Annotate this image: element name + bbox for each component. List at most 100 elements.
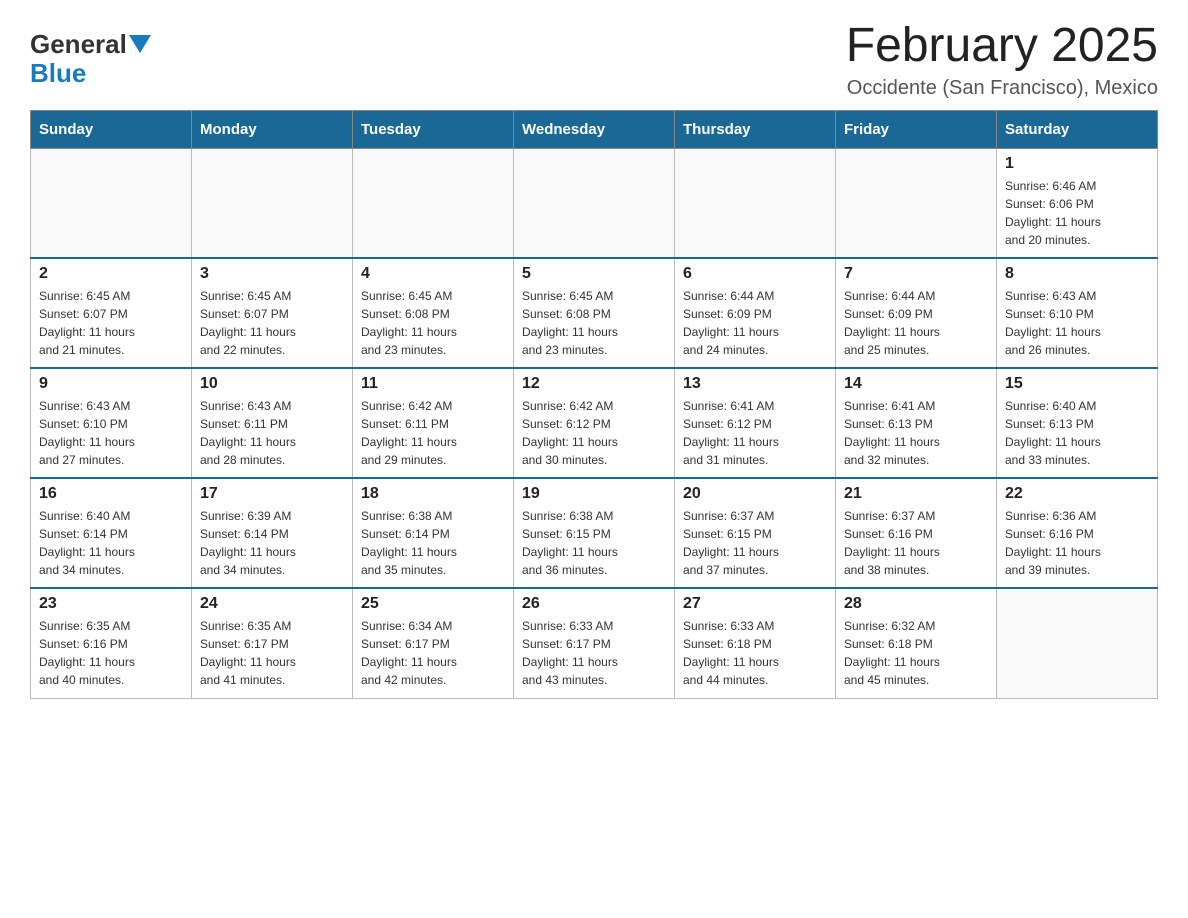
calendar-header-thursday: Thursday	[675, 110, 836, 148]
calendar-day-cell: 28 Sunrise: 6:32 AMSunset: 6:18 PMDayligh…	[836, 588, 997, 698]
day-number: 24	[200, 595, 344, 613]
calendar-header-wednesday: Wednesday	[514, 110, 675, 148]
calendar-day-cell: 15 Sunrise: 6:40 AMSunset: 6:13 PMDayligh…	[997, 368, 1158, 478]
calendar-header-row: SundayMondayTuesdayWednesdayThursdayFrid…	[31, 110, 1158, 148]
day-info: Sunrise: 6:34 AMSunset: 6:17 PMDaylight:…	[361, 617, 505, 689]
calendar-week-row: 23 Sunrise: 6:35 AMSunset: 6:16 PMDayligh…	[31, 588, 1158, 698]
day-info: Sunrise: 6:44 AMSunset: 6:09 PMDaylight:…	[683, 287, 827, 359]
day-number: 21	[844, 485, 988, 503]
day-info: Sunrise: 6:32 AMSunset: 6:18 PMDaylight:…	[844, 617, 988, 689]
day-info: Sunrise: 6:44 AMSunset: 6:09 PMDaylight:…	[844, 287, 988, 359]
day-number: 17	[200, 485, 344, 503]
calendar-header-tuesday: Tuesday	[353, 110, 514, 148]
day-info: Sunrise: 6:43 AMSunset: 6:10 PMDaylight:…	[1005, 287, 1149, 359]
calendar-day-cell: 6Sunrise: 6:44 AMSunset: 6:09 PMDaylight…	[675, 258, 836, 368]
day-number: 8	[1005, 265, 1149, 283]
day-info: Sunrise: 6:38 AMSunset: 6:15 PMDaylight:…	[522, 507, 666, 579]
month-title: February 2025	[846, 20, 1158, 73]
calendar-day-cell: 22 Sunrise: 6:36 AMSunset: 6:16 PMDayligh…	[997, 478, 1158, 588]
calendar-day-cell	[514, 148, 675, 258]
day-info: Sunrise: 6:38 AMSunset: 6:14 PMDaylight:…	[361, 507, 505, 579]
day-info: Sunrise: 6:37 AMSunset: 6:16 PMDaylight:…	[844, 507, 988, 579]
day-info: Sunrise: 6:33 AMSunset: 6:17 PMDaylight:…	[522, 617, 666, 689]
day-number: 14	[844, 375, 988, 393]
page-header: General Blue February 2025 Occidente (Sa…	[30, 20, 1158, 100]
calendar-day-cell: 3 Sunrise: 6:45 AMSunset: 6:07 PMDaylight…	[192, 258, 353, 368]
calendar-header-friday: Friday	[836, 110, 997, 148]
day-number: 16	[39, 485, 183, 503]
calendar-day-cell: 17 Sunrise: 6:39 AMSunset: 6:14 PMDayligh…	[192, 478, 353, 588]
calendar-day-cell: 11 Sunrise: 6:42 AMSunset: 6:11 PMDayligh…	[353, 368, 514, 478]
day-number: 25	[361, 595, 505, 613]
day-number: 12	[522, 375, 666, 393]
day-number: 22	[1005, 485, 1149, 503]
day-number: 11	[361, 375, 505, 393]
day-info: Sunrise: 6:36 AMSunset: 6:16 PMDaylight:…	[1005, 507, 1149, 579]
calendar-day-cell	[353, 148, 514, 258]
calendar-day-cell: 24Sunrise: 6:35 AMSunset: 6:17 PMDayligh…	[192, 588, 353, 698]
day-number: 2	[39, 265, 183, 283]
day-number: 1	[1005, 155, 1149, 173]
day-number: 7	[844, 265, 988, 283]
day-info: Sunrise: 6:46 AMSunset: 6:06 PMDaylight:…	[1005, 177, 1149, 249]
calendar-day-cell: 16 Sunrise: 6:40 AMSunset: 6:14 PMDayligh…	[31, 478, 192, 588]
calendar-day-cell: 26 Sunrise: 6:33 AMSunset: 6:17 PMDayligh…	[514, 588, 675, 698]
day-number: 18	[361, 485, 505, 503]
day-info: Sunrise: 6:42 AMSunset: 6:12 PMDaylight:…	[522, 397, 666, 469]
logo-blue: Blue	[30, 59, 151, 88]
calendar-day-cell: 1 Sunrise: 6:46 AMSunset: 6:06 PMDaylight…	[997, 148, 1158, 258]
calendar-week-row: 9 Sunrise: 6:43 AMSunset: 6:10 PMDaylight…	[31, 368, 1158, 478]
calendar-header-monday: Monday	[192, 110, 353, 148]
day-info: Sunrise: 6:39 AMSunset: 6:14 PMDaylight:…	[200, 507, 344, 579]
day-number: 19	[522, 485, 666, 503]
calendar-day-cell: 9 Sunrise: 6:43 AMSunset: 6:10 PMDaylight…	[31, 368, 192, 478]
day-number: 28	[844, 595, 988, 613]
logo-triangle-icon	[129, 35, 151, 53]
day-info: Sunrise: 6:41 AMSunset: 6:13 PMDaylight:…	[844, 397, 988, 469]
day-info: Sunrise: 6:42 AMSunset: 6:11 PMDaylight:…	[361, 397, 505, 469]
location-title: Occidente (San Francisco), Mexico	[846, 77, 1158, 100]
day-info: Sunrise: 6:40 AMSunset: 6:14 PMDaylight:…	[39, 507, 183, 579]
title-block: February 2025 Occidente (San Francisco),…	[846, 20, 1158, 100]
calendar-day-cell	[31, 148, 192, 258]
calendar-day-cell: 7 Sunrise: 6:44 AMSunset: 6:09 PMDaylight…	[836, 258, 997, 368]
calendar-day-cell: 21 Sunrise: 6:37 AMSunset: 6:16 PMDayligh…	[836, 478, 997, 588]
day-info: Sunrise: 6:35 AMSunset: 6:16 PMDaylight:…	[39, 617, 183, 689]
calendar-day-cell: 14 Sunrise: 6:41 AMSunset: 6:13 PMDayligh…	[836, 368, 997, 478]
day-info: Sunrise: 6:45 AMSunset: 6:07 PMDaylight:…	[200, 287, 344, 359]
day-number: 20	[683, 485, 827, 503]
day-number: 4	[361, 265, 505, 283]
day-number: 26	[522, 595, 666, 613]
logo-general: General	[30, 30, 127, 59]
logo: General Blue	[30, 30, 151, 87]
calendar-day-cell: 20 Sunrise: 6:37 AMSunset: 6:15 PMDayligh…	[675, 478, 836, 588]
calendar-day-cell	[997, 588, 1158, 698]
day-info: Sunrise: 6:33 AMSunset: 6:18 PMDaylight:…	[683, 617, 827, 689]
calendar-day-cell	[836, 148, 997, 258]
day-number: 27	[683, 595, 827, 613]
day-number: 3	[200, 265, 344, 283]
calendar-header-saturday: Saturday	[997, 110, 1158, 148]
calendar-day-cell: 19 Sunrise: 6:38 AMSunset: 6:15 PMDayligh…	[514, 478, 675, 588]
day-info: Sunrise: 6:37 AMSunset: 6:15 PMDaylight:…	[683, 507, 827, 579]
day-info: Sunrise: 6:41 AMSunset: 6:12 PMDaylight:…	[683, 397, 827, 469]
day-info: Sunrise: 6:43 AMSunset: 6:11 PMDaylight:…	[200, 397, 344, 469]
calendar-table: SundayMondayTuesdayWednesdayThursdayFrid…	[30, 110, 1158, 699]
calendar-day-cell: 5Sunrise: 6:45 AMSunset: 6:08 PMDaylight…	[514, 258, 675, 368]
day-number: 10	[200, 375, 344, 393]
day-number: 15	[1005, 375, 1149, 393]
day-number: 9	[39, 375, 183, 393]
calendar-day-cell: 18 Sunrise: 6:38 AMSunset: 6:14 PMDayligh…	[353, 478, 514, 588]
calendar-day-cell	[192, 148, 353, 258]
day-info: Sunrise: 6:43 AMSunset: 6:10 PMDaylight:…	[39, 397, 183, 469]
calendar-header-sunday: Sunday	[31, 110, 192, 148]
calendar-day-cell: 27 Sunrise: 6:33 AMSunset: 6:18 PMDayligh…	[675, 588, 836, 698]
calendar-week-row: 16 Sunrise: 6:40 AMSunset: 6:14 PMDayligh…	[31, 478, 1158, 588]
calendar-day-cell	[675, 148, 836, 258]
day-number: 23	[39, 595, 183, 613]
day-info: Sunrise: 6:40 AMSunset: 6:13 PMDaylight:…	[1005, 397, 1149, 469]
calendar-day-cell: 13Sunrise: 6:41 AMSunset: 6:12 PMDayligh…	[675, 368, 836, 478]
calendar-day-cell: 10 Sunrise: 6:43 AMSunset: 6:11 PMDayligh…	[192, 368, 353, 478]
day-info: Sunrise: 6:45 AMSunset: 6:08 PMDaylight:…	[361, 287, 505, 359]
calendar-day-cell: 25 Sunrise: 6:34 AMSunset: 6:17 PMDayligh…	[353, 588, 514, 698]
